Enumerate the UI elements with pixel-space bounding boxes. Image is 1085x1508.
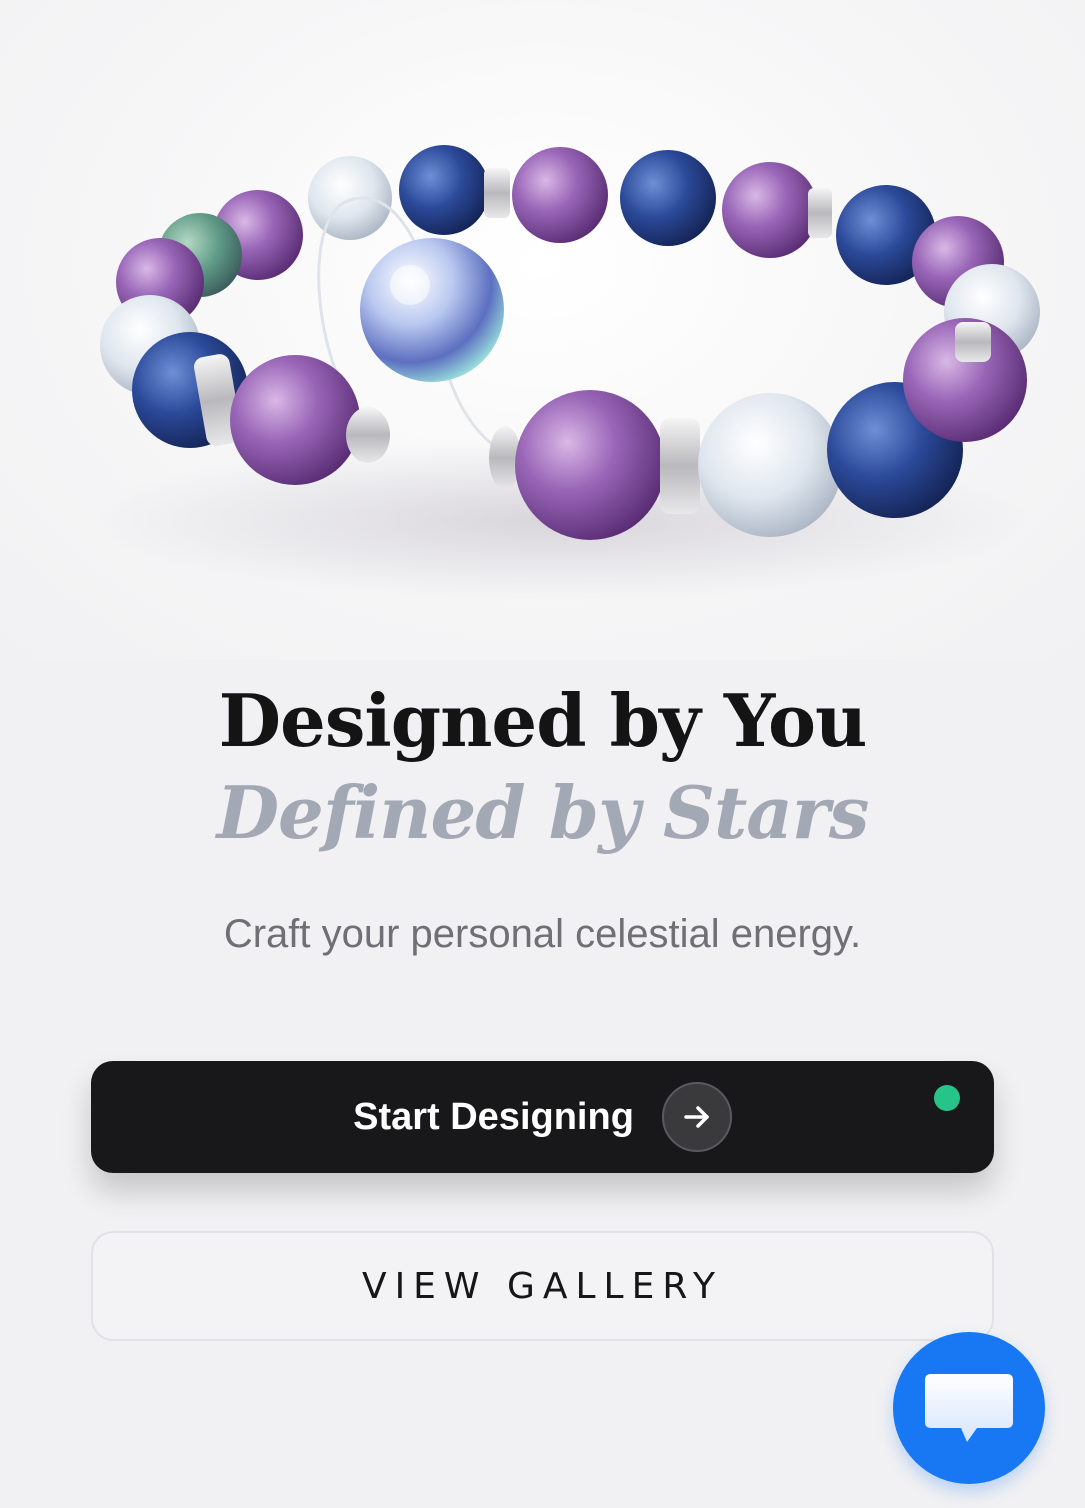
start-designing-label: Start Designing [353, 1095, 634, 1138]
status-indicator-dot [934, 1085, 960, 1111]
chat-bubble-icon [925, 1374, 1013, 1442]
arrow-right-icon [661, 1082, 732, 1152]
chat-button[interactable] [893, 1332, 1045, 1484]
headline-secondary: Defined by Stars [216, 770, 870, 855]
start-designing-button[interactable]: Start Designing [91, 1061, 994, 1173]
subtitle: Craft your personal celestial energy. [223, 912, 862, 956]
view-gallery-label: VIEW GALLERY [361, 1265, 724, 1307]
headline-primary: Designed by You [218, 678, 868, 763]
view-gallery-button[interactable]: VIEW GALLERY [91, 1231, 994, 1341]
bracelet-illustration [90, 145, 1040, 600]
hero-image [0, 0, 1085, 660]
